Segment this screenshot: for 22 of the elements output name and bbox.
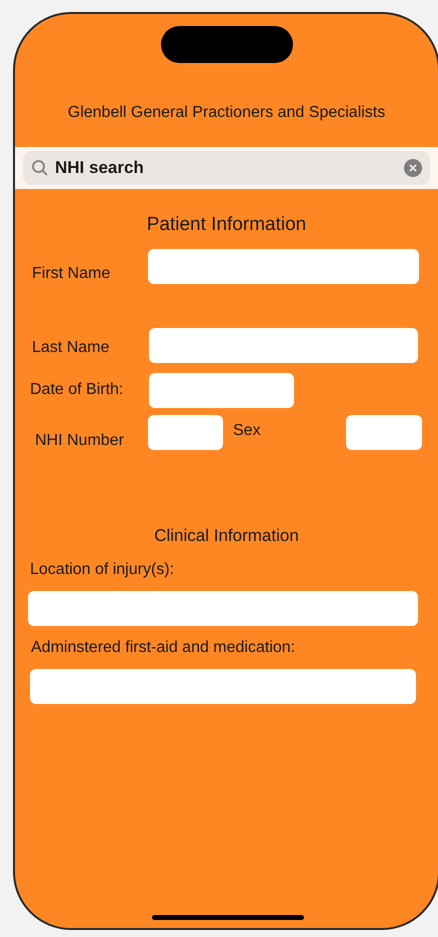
field-label: Location of injury(s):	[30, 560, 176, 580]
app-title: Glenbell General Practioners and Specialists	[68, 103, 386, 123]
field-label: First Name	[32, 264, 112, 284]
field-label: Sex	[233, 420, 262, 440]
field-label: NHI Number	[35, 430, 125, 450]
section-heading: Clinical Information	[154, 524, 299, 546]
search-field[interactable]: NHI search	[23, 151, 430, 185]
injury-location-field[interactable]	[28, 591, 418, 626]
first-aid-field[interactable]	[30, 669, 416, 704]
search-text: NHI search	[55, 157, 144, 180]
clear-icon[interactable]	[404, 159, 422, 177]
search-icon	[31, 159, 49, 177]
nhi-number-field[interactable]	[148, 415, 223, 450]
sex-field[interactable]	[346, 415, 422, 450]
home-indicator[interactable]	[152, 915, 304, 920]
field-label: Last Name	[32, 338, 110, 358]
date-of-birth-field[interactable]	[149, 372, 294, 408]
last-name-field[interactable]	[149, 328, 418, 362]
section-heading: Patient Information	[146, 213, 306, 237]
first-name-field[interactable]	[148, 249, 419, 284]
field-label: Date of Birth:	[30, 380, 124, 400]
field-label: Adminstered first-aid and medication:	[31, 638, 296, 658]
